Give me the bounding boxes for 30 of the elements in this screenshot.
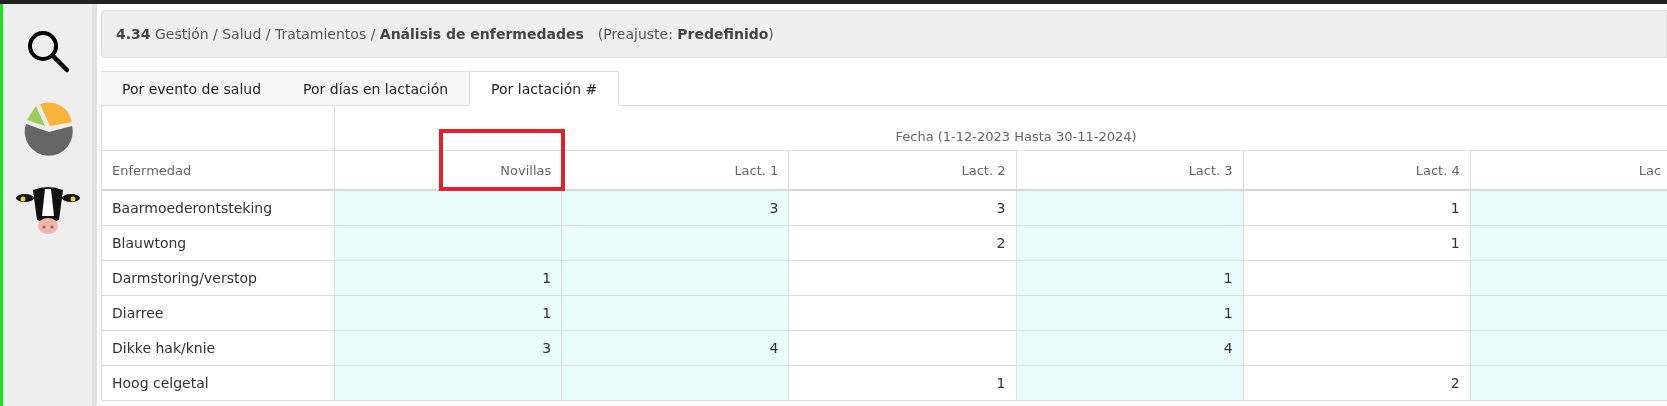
table-cell: 1 (1243, 225, 1471, 261)
tab[interactable]: Por lactación # (469, 71, 620, 106)
table-cell: 3 (334, 330, 562, 366)
disease-name: Darmstoring/verstop (101, 260, 335, 296)
table-cell: 3 (788, 190, 1016, 226)
preset-label: (Preajuste: Predefinido) (597, 26, 774, 42)
table-cell: 3 (561, 190, 789, 226)
disease-name: Baarmoederontsteking (101, 190, 335, 226)
table-cell: 1 (1243, 190, 1471, 226)
table-cell: 2 (788, 225, 1016, 261)
table-cell: 1 (1016, 295, 1244, 331)
table-cell: 1 (1016, 260, 1244, 296)
table-cell: 1 (788, 365, 1016, 401)
table-cell: 1 (334, 295, 562, 331)
table-cell: 2 (1243, 365, 1471, 401)
table-cell: 4 (561, 330, 789, 366)
disease-name: Blauwtong (101, 225, 335, 261)
disease-name: Diarree (101, 295, 335, 331)
column-header: Lact. 2 (788, 150, 1016, 190)
disease-name: Hoog celgetal (101, 365, 335, 401)
tab[interactable]: Por evento de salud (101, 71, 283, 105)
column-header: Lact. 4 (1243, 150, 1471, 190)
disease-name: Dikke hak/knie (101, 330, 335, 366)
breadcrumb-title: 4.34 Gestión / Salud / Tratamientos / Análisis de enfermedades (116, 26, 584, 42)
table-cell: 4 (1016, 330, 1244, 366)
date-range-header: Fecha (1-12-2023 Hasta 30-11-2024) (895, 129, 1137, 144)
cow-head-icon[interactable] (14, 186, 81, 236)
table-cell: 1 (334, 260, 562, 296)
tab[interactable]: Por días en lactación (282, 71, 470, 105)
column-header: Enfermedad (101, 150, 335, 190)
